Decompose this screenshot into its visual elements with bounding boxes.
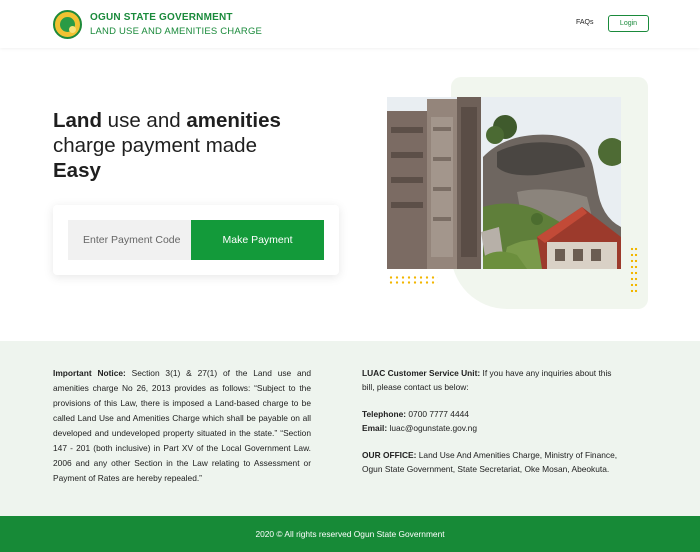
decorative-dots-horizontal xyxy=(388,275,438,285)
info-section: Important Notice: Section 3(1) & 27(1) o… xyxy=(0,341,700,516)
unit-title: LUAC Customer Service Unit: xyxy=(362,368,481,378)
contact-details: Telephone: 0700 7777 4444 Email: luac@og… xyxy=(362,407,624,435)
login-button[interactable]: Login xyxy=(608,15,649,32)
hero-word-useand: use and xyxy=(101,109,187,132)
hero-word-land: Land xyxy=(53,109,102,132)
telephone-value: 0700 7777 4444 xyxy=(406,409,469,419)
ogun-state-logo-icon[interactable] xyxy=(53,10,82,39)
hero-word-easy: Easy xyxy=(53,159,101,182)
top-header: OGUN STATE GOVERNMENT LAND USE AND AMENI… xyxy=(0,0,700,48)
make-payment-button[interactable]: Make Payment xyxy=(191,220,324,260)
logo-inner xyxy=(60,17,76,33)
app-name: LAND USE AND AMENITIES CHARGE xyxy=(90,26,263,37)
important-notice: Important Notice: Section 3(1) & 27(1) o… xyxy=(53,366,311,486)
hero-word-amenities: amenities xyxy=(186,109,281,132)
logo-dot xyxy=(69,26,76,33)
notice-title: Important Notice: xyxy=(53,368,126,378)
org-name: OGUN STATE GOVERNMENT xyxy=(90,12,233,23)
contact-info: LUAC Customer Service Unit: If you have … xyxy=(362,366,624,489)
email-value[interactable]: luac@ogunstate.gov.ng xyxy=(387,423,477,433)
payment-card: Make Payment xyxy=(53,205,339,275)
telephone-label: Telephone: xyxy=(362,409,407,419)
office-label: OUR OFFICE: xyxy=(362,450,417,460)
email-label: Email: xyxy=(362,423,388,433)
hero-line-2: charge payment made xyxy=(53,134,257,157)
copyright-text: 2020 © All rights reserved Ogun State Go… xyxy=(255,529,445,539)
notice-body: Section 3(1) & 27(1) of the Land use and… xyxy=(53,368,311,483)
hero-heading: Land use and amenities charge payment ma… xyxy=(53,108,281,183)
faqs-link[interactable]: FAQs xyxy=(576,19,594,26)
hero-photo xyxy=(387,97,621,269)
decorative-dots-vertical xyxy=(630,246,638,296)
customer-service-unit: LUAC Customer Service Unit: If you have … xyxy=(362,366,624,394)
payment-code-input[interactable] xyxy=(68,220,192,260)
footer: 2020 © All rights reserved Ogun State Go… xyxy=(0,516,700,552)
office-address: OUR OFFICE: Land Use And Amenities Charg… xyxy=(362,448,624,476)
